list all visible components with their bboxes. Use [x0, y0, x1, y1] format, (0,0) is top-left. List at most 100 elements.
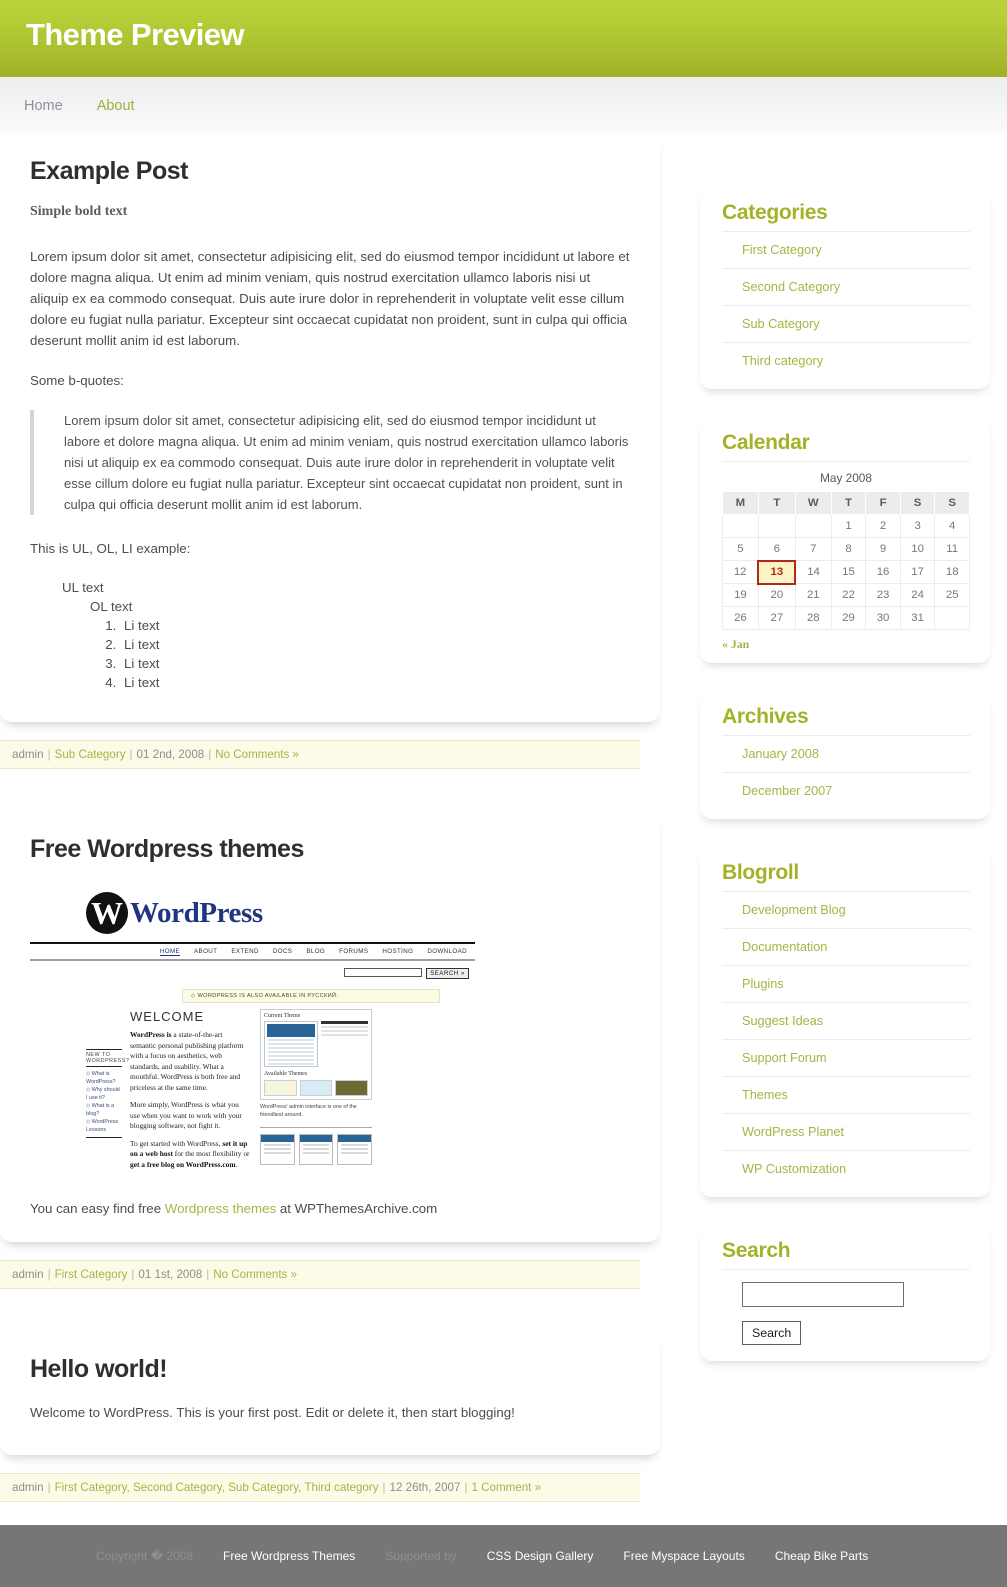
wp-paragraph-1: WordPress is a state-of-the-art semantic… — [130, 1030, 250, 1093]
archive-link[interactable]: January 2008 — [742, 747, 819, 761]
post-categories[interactable]: First Category — [55, 1268, 128, 1281]
blogroll-link[interactable]: Support Forum — [742, 1051, 827, 1065]
blogroll-link[interactable]: Plugins — [742, 977, 784, 991]
category-link[interactable]: First Category — [742, 243, 822, 257]
calendar-day: 5 — [722, 537, 759, 561]
footer-supported-by-label: Supported by — [385, 1549, 457, 1563]
wp-theme-thumb — [264, 1080, 297, 1096]
search-button[interactable]: Search — [742, 1321, 802, 1345]
meta-separator: | — [47, 748, 51, 761]
calendar-day: 28 — [794, 606, 832, 630]
calendar-day — [794, 514, 832, 538]
post-comments-link[interactable]: 1 Comment » — [471, 1481, 541, 1494]
blogroll-link[interactable]: Development Blog — [742, 903, 846, 917]
post-bold-text: Simple bold text — [30, 204, 128, 219]
calendar-day — [757, 514, 796, 538]
list-item[interactable]: January 2008 — [722, 735, 970, 772]
wordpress-themes-link[interactable]: Wordpress themes — [165, 1201, 276, 1216]
list-item[interactable]: Development Blog — [722, 891, 970, 928]
wp-thumb — [260, 1134, 295, 1165]
list-item[interactable]: Suggest Ideas — [722, 1002, 970, 1039]
list-item[interactable]: Sub Category — [722, 305, 970, 342]
weekday-header: T — [757, 491, 796, 515]
wp-thumb — [298, 1134, 334, 1165]
calendar-day: 4 — [934, 514, 970, 538]
calendar-prev-link[interactable]: « Jan — [722, 637, 749, 651]
category-link[interactable]: Second Category — [742, 280, 840, 294]
calendar-day: 24 — [899, 583, 936, 607]
category-link[interactable]: Sub Category — [742, 317, 820, 331]
post-title: Example Post — [30, 157, 188, 185]
post-categories[interactable]: Sub Category — [55, 748, 126, 761]
wp-paragraph-2: More simply, WordPress is what you use w… — [130, 1100, 242, 1130]
calendar-day: 22 — [830, 583, 867, 607]
weekday-header: S — [934, 491, 970, 515]
wp-current-theme-panel: Current Theme Available Themes — [260, 1009, 372, 1100]
footer-copyright: Copyright � 2008 — [96, 1549, 194, 1563]
wp-language-notice: ◇ WORDPRESS IS ALSO AVAILABLE IN РУССКИЙ… — [182, 989, 440, 1003]
widget-archives: Archives January 2008 December 2007 — [700, 687, 990, 819]
calendar-day-today[interactable]: 13 — [757, 559, 797, 585]
post-categories[interactable]: First Category, Second Category, Sub Cat… — [55, 1481, 379, 1494]
ordered-list: Li text Li text Li text Li text — [90, 616, 632, 692]
calendar-day: 15 — [830, 560, 867, 584]
wp-left-link: ◇ Why should I use it? — [86, 1087, 120, 1101]
blogroll-list: Development Blog Documentation Plugins S… — [722, 891, 970, 1187]
blogroll-link[interactable]: WP Customization — [742, 1162, 846, 1176]
blogroll-link[interactable]: Suggest Ideas — [742, 1014, 823, 1028]
calendar-day: 11 — [934, 537, 970, 561]
list-item[interactable]: Plugins — [722, 965, 970, 1002]
wp-nav: HOME ABOUT EXTEND DOCS BLOG FORUMS HOSTI… — [30, 944, 475, 959]
nav-item-about[interactable]: About — [97, 98, 135, 114]
content-column: Example Post Simple bold text Lorem ipsu… — [0, 135, 660, 1502]
calendar-day: 31 — [899, 606, 936, 630]
list-item[interactable]: Second Category — [722, 268, 970, 305]
post-date: 12 26th, 2007 — [389, 1481, 461, 1494]
li-item: Li text — [120, 616, 632, 635]
search-input[interactable] — [742, 1282, 904, 1307]
nav-item-home[interactable]: Home — [24, 98, 63, 114]
widget-categories: Categories First Category Second Categor… — [700, 183, 990, 389]
meta-separator: | — [47, 1268, 51, 1281]
post-comments-link[interactable]: No Comments » — [215, 748, 299, 761]
footer-link-free-myspace-layouts[interactable]: Free Myspace Layouts — [623, 1549, 744, 1563]
list-item[interactable]: First Category — [722, 231, 970, 268]
weekday-header: T — [830, 491, 867, 515]
footer-link-free-wordpress-themes[interactable]: Free Wordpress Themes — [223, 1549, 355, 1563]
nested-list: OL text Li text Li text Li text Li text — [62, 597, 632, 692]
footer-link-css-design-gallery[interactable]: CSS Design Gallery — [487, 1549, 594, 1563]
ul-item: UL text — [62, 580, 104, 595]
calendar-day: 29 — [830, 606, 867, 630]
wp-left-heading: NEW TO WORDPRESS? — [86, 1049, 129, 1067]
calendar-container: May 2008 M T W T F S S 1 2 3 4 5 6 7 8 9… — [722, 461, 970, 653]
meta-separator: | — [382, 1481, 386, 1494]
footer-link-cheap-bike-parts[interactable]: Cheap Bike Parts — [775, 1549, 868, 1563]
list-item[interactable]: WordPress Planet — [722, 1113, 970, 1150]
divider — [260, 1127, 372, 1128]
list-item[interactable]: WP Customization — [722, 1150, 970, 1187]
blogroll-link[interactable]: Themes — [742, 1088, 788, 1102]
widget-title: Blogroll — [722, 861, 799, 884]
blogroll-link[interactable]: Documentation — [742, 940, 827, 954]
post-comments-link[interactable]: No Comments » — [213, 1268, 297, 1281]
meta-separator: | — [208, 748, 212, 761]
li-item: Li text — [120, 654, 632, 673]
post-title: Hello world! — [30, 1355, 168, 1383]
post-article: Example Post Simple bold text Lorem ipsu… — [0, 135, 660, 722]
list-item[interactable]: Support Forum — [722, 1039, 970, 1076]
wp-welcome-heading: WELCOME — [130, 1009, 205, 1024]
wp-theme-preview — [264, 1021, 368, 1067]
archive-link[interactable]: December 2007 — [742, 784, 832, 798]
calendar-day: 2 — [865, 514, 901, 538]
wp-p3-end: . — [235, 1159, 238, 1169]
calendar-week-row: 12 13 14 15 16 17 18 — [722, 559, 970, 585]
calendar-day — [934, 606, 970, 630]
list-item[interactable]: Documentation — [722, 928, 970, 965]
calendar-day: 27 — [757, 606, 796, 630]
blogroll-link[interactable]: WordPress Planet — [742, 1125, 844, 1139]
list-item[interactable]: Themes — [722, 1076, 970, 1113]
list-item[interactable]: December 2007 — [722, 772, 970, 809]
category-link[interactable]: Third category — [742, 354, 823, 368]
wp-logo-row: W WordPress — [30, 888, 475, 942]
list-item[interactable]: Third category — [722, 342, 970, 379]
